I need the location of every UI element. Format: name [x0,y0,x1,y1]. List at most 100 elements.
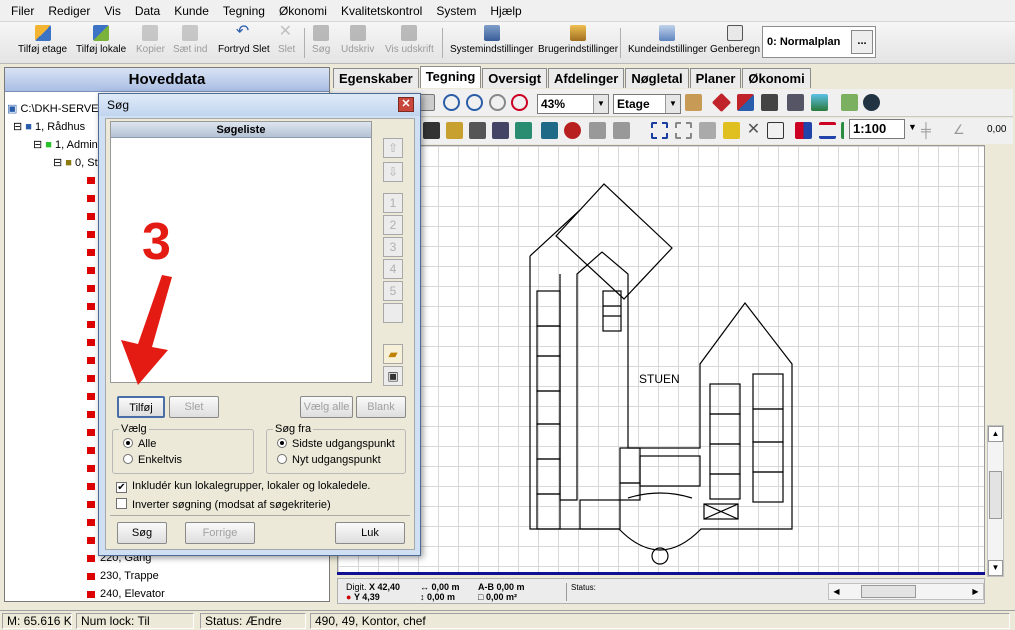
globe-icon[interactable] [863,94,880,111]
building-icon[interactable] [541,122,558,139]
slot-1-button[interactable]: 1 [383,193,403,213]
zoom-window-icon[interactable] [489,94,506,111]
tree-item-room[interactable]: 230, Trappe [87,570,159,582]
menu-system[interactable]: System [429,4,483,18]
tab-oversigt[interactable]: Oversigt [482,68,548,88]
book-icon[interactable] [841,94,858,111]
stop-icon[interactable] [564,122,581,139]
pointer-icon[interactable] [761,94,778,111]
search-button[interactable]: Søg [312,25,330,55]
menu-kunde[interactable]: Kunde [167,4,216,18]
export-icon[interactable] [515,122,532,139]
xls-icon[interactable] [446,122,463,139]
add-button[interactable]: Tilføj [117,396,165,418]
delete-button[interactable]: Slet [169,396,219,418]
tree-item-room[interactable]: 240, Elevator [87,588,165,600]
menu-data[interactable]: Data [128,4,167,18]
tab-planer[interactable]: Planer [689,68,742,88]
vertical-scrollbar[interactable]: ▲ ▼ [987,425,1004,577]
delete-button[interactable]: ✕ Slet [278,24,295,56]
scroll-thumb[interactable] [989,471,1002,519]
select-icon[interactable] [492,122,509,139]
color-icon[interactable] [737,94,754,111]
level-select[interactable]: Etage ▼ [613,94,681,114]
layer-icon[interactable] [685,94,702,111]
angle-icon[interactable]: ∠ [953,122,970,139]
frame-icon[interactable] [589,122,606,139]
lines-icon[interactable] [819,122,836,139]
print-button[interactable]: Udskriv [341,25,374,55]
zoom-out-icon[interactable] [466,94,483,111]
diamond-icon[interactable] [711,92,732,113]
slot-3-button[interactable]: 3 [383,237,403,257]
edit-icon[interactable] [469,122,486,139]
close-icon[interactable]: ✕ [398,97,414,112]
undo-delete-button[interactable]: ↶ Fortryd Slet [218,24,270,56]
invert-search-checkbox[interactable]: Inverter søgning (modsat af søgekriterie… [116,498,331,511]
menu-filer[interactable]: Filer [4,4,41,18]
select-all-button[interactable]: Vælg alle [300,396,353,418]
menu-oekonomi[interactable]: Økonomi [272,4,334,18]
open-folder-icon[interactable]: ▰ [383,344,403,364]
add-room-button[interactable]: Tilføj lokale [76,25,126,55]
scroll-left-icon[interactable]: ◀ [829,584,844,599]
add-floor-button[interactable]: Tilføj etage [18,25,67,55]
menu-rediger[interactable]: Rediger [41,4,97,18]
radio-last-point[interactable]: Sidste udgangspunkt [277,438,395,450]
slot-blank-button[interactable] [383,303,403,323]
picture-icon[interactable] [811,94,828,111]
scale-select[interactable]: 1:100 [849,119,905,139]
tree-node-building[interactable]: ⊟ ■ 1, Rådhus [13,120,85,133]
tab-tegning[interactable]: Tegning [419,66,482,88]
radio-enkeltvis[interactable]: Enkeltvis [123,454,182,466]
recalculate-button[interactable]: Genberegn [710,25,760,55]
scroll-thumb[interactable] [861,585,916,598]
menu-vis[interactable]: Vis [97,4,127,18]
view-icon[interactable] [423,122,440,139]
plan-selector[interactable]: 0: Normalplan... [762,26,876,58]
menu-kvalitetskontrol[interactable]: Kvalitetskontrol [334,4,429,18]
slot-4-button[interactable]: 4 [383,259,403,279]
select-area-icon[interactable] [651,122,668,139]
frame2-icon[interactable] [613,122,630,139]
tab-noegletal[interactable]: Nøgletal [625,68,689,88]
paste-button[interactable]: Sæt ind [173,25,207,55]
grid-icon[interactable]: ╪ [921,122,938,139]
copy-button[interactable]: Kopier [136,25,165,55]
close-button[interactable]: Luk [335,522,405,544]
zoom-previous-icon[interactable] [511,94,528,111]
scroll-down-icon[interactable]: ▼ [988,560,1003,576]
radio-new-point[interactable]: Nyt udgangspunkt [277,454,381,466]
move-up-icon[interactable]: ⇧ [383,138,403,158]
hatch-icon[interactable] [795,122,812,139]
include-only-checkbox[interactable]: ✔ Inkludér kun lokalegrupper, lokaler og … [116,480,371,493]
tab-afdelinger[interactable]: Afdelinger [548,68,625,88]
save-icon[interactable]: ▣ [383,366,403,386]
menu-hjaelp[interactable]: Hjælp [483,4,528,18]
slot-2-button[interactable]: 2 [383,215,403,235]
user-settings-button[interactable]: Brugerindstillinger [538,25,618,55]
close-icon[interactable]: ✕ [745,122,762,139]
previous-button[interactable]: Forrige [185,522,255,544]
scroll-up-icon[interactable]: ▲ [988,426,1003,442]
menu-tegning[interactable]: Tegning [216,4,272,18]
slot-5-button[interactable]: 5 [383,281,403,301]
drawing-canvas[interactable]: STUEN [337,145,985,573]
print-preview-button[interactable]: Vis udskrift [385,25,434,55]
pencil-icon[interactable] [699,122,716,139]
system-settings-button[interactable]: Systemindstillinger [450,25,533,55]
select-area2-icon[interactable] [675,122,692,139]
radio-alle[interactable]: Alle [123,438,156,450]
zoom-in-icon[interactable] [443,94,460,111]
plan-browse-button[interactable]: ... [851,30,873,54]
tab-oekonomi[interactable]: Økonomi [742,68,811,88]
star-icon[interactable] [723,122,740,139]
scroll-right-icon[interactable]: ▶ [968,584,983,599]
copy-icon[interactable] [767,122,784,139]
move-down-icon[interactable]: ⇩ [383,162,403,182]
customer-settings-button[interactable]: Kundeindstillinger [628,25,707,55]
search-button[interactable]: Søg [117,522,167,544]
tab-egenskaber[interactable]: Egenskaber [333,68,419,88]
horizontal-scrollbar[interactable]: ◀ ▶ [828,583,984,600]
zoom-select[interactable]: 43% ▼ [537,94,609,114]
